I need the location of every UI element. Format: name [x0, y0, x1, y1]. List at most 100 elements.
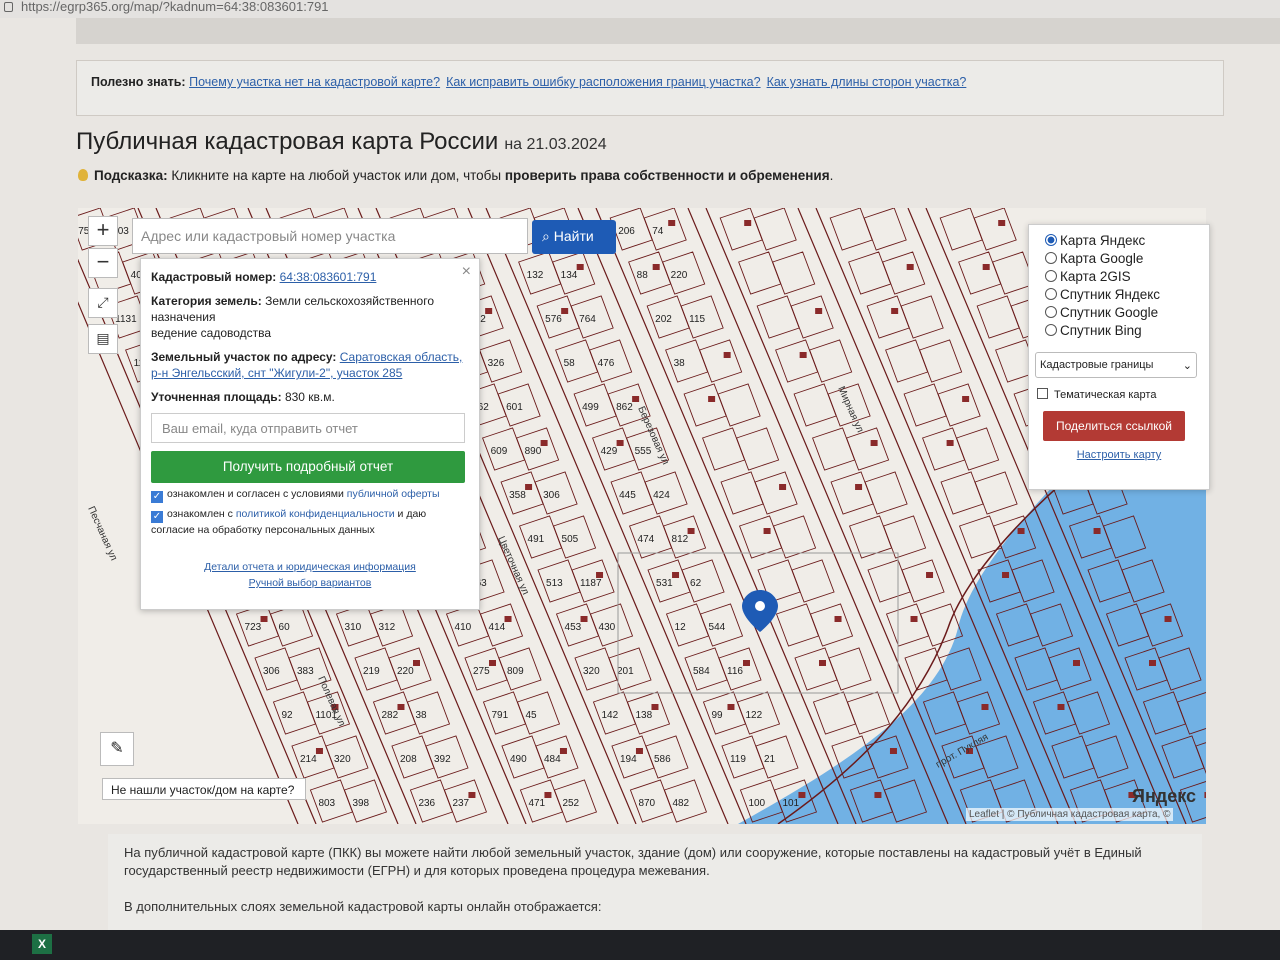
- parcel-outline: [958, 251, 1002, 295]
- parcel-outline: [793, 383, 837, 427]
- parcel-outline: [973, 208, 1017, 251]
- parcel-outline: [901, 559, 945, 603]
- radio-icon[interactable]: [1045, 252, 1057, 264]
- url-text[interactable]: https://egrp365.org/map/?kadnum=64:38:08…: [21, 0, 329, 14]
- parcel-outline: [885, 603, 930, 647]
- zoom-out-button[interactable]: −: [88, 248, 118, 278]
- parcel-number-label: 445: [619, 490, 636, 501]
- parcel-outline: [885, 339, 929, 383]
- share-link-button[interactable]: Поделиться ссылкой: [1043, 411, 1185, 441]
- building-mark: [468, 792, 476, 798]
- parcel-info-popup: × Кадастровый номер: 64:38:083601:791 Ка…: [140, 258, 480, 610]
- parcel-outline: [828, 647, 872, 691]
- parcel-outline: [937, 383, 981, 427]
- checkbox-checked-icon[interactable]: ✓: [151, 491, 163, 503]
- close-icon[interactable]: ×: [462, 263, 471, 281]
- parcel-number-label: 312: [379, 622, 396, 633]
- building-mark: [651, 704, 659, 710]
- parcel-number-label: 890: [525, 446, 542, 457]
- parcel-outline: [775, 339, 819, 383]
- tune-map-link[interactable]: Настроить карту: [1045, 449, 1193, 461]
- parcel-number-label: 208: [400, 754, 417, 765]
- not-found-button[interactable]: Не нашли участок/дом на карте?: [102, 778, 306, 800]
- site-header-band: [76, 18, 1280, 44]
- building-mark: [1149, 660, 1156, 666]
- fullscreen-icon[interactable]: ⤢: [88, 288, 118, 318]
- manual-choice-link[interactable]: Ручной выбор вариантов: [151, 577, 469, 589]
- radio-icon[interactable]: [1045, 288, 1057, 300]
- lightbulb-icon: [78, 169, 88, 181]
- parcel-number-label: 398: [352, 798, 369, 809]
- checkbox-checked-icon[interactable]: ✓: [151, 511, 163, 523]
- building-mark: [855, 484, 863, 490]
- address-search-input[interactable]: Адрес или кадастровый номер участка: [132, 218, 528, 254]
- zoom-in-button[interactable]: +: [88, 216, 118, 246]
- parcel-number-label: 601: [506, 402, 523, 413]
- help-link-fix-boundaries[interactable]: Как исправить ошибку расположения границ…: [446, 75, 760, 89]
- layer-option-2gis-map[interactable]: Карта 2GIS: [1045, 269, 1193, 284]
- building-mark: [870, 440, 878, 446]
- get-report-button[interactable]: Получить подробный отчет: [151, 451, 465, 483]
- parcel-outline: [974, 471, 1018, 515]
- building-mark: [962, 396, 970, 402]
- radio-icon[interactable]: [1045, 270, 1057, 282]
- parcel-number-label: 220: [397, 666, 414, 677]
- browser-url-bar[interactable]: https://egrp365.org/map/?kadnum=64:38:08…: [0, 0, 1280, 18]
- layer-option-yandex-satellite[interactable]: Спутник Яндекс: [1045, 287, 1193, 302]
- building-mark: [982, 264, 990, 270]
- map-attribution[interactable]: Leaflet | © Публичная кадастровая карта,…: [966, 808, 1174, 821]
- parcel-outline: [665, 339, 709, 383]
- parcel-number-label: 544: [709, 622, 726, 633]
- parcel-number-label: 505: [562, 534, 579, 545]
- parcel-number-label: 809: [507, 666, 524, 677]
- parcel-outline: [864, 471, 908, 515]
- parcel-number-label: 219: [363, 666, 380, 677]
- parcel-number-label: 392: [434, 754, 451, 765]
- parcel-outline: [882, 515, 927, 559]
- checkbox-icon[interactable]: [1037, 388, 1048, 399]
- excel-icon[interactable]: X: [32, 934, 52, 954]
- page-title: Публичная кадастровая карта России на 21.…: [76, 128, 607, 155]
- parcel-number-label: 490: [510, 754, 527, 765]
- thematic-map-toggle[interactable]: Тематическая карта: [1037, 388, 1193, 401]
- offer-agreement[interactable]: ✓ ознакомлен и согласен с условиями публи…: [151, 487, 469, 503]
- parcel-number-label: 1131: [115, 314, 137, 325]
- parcel-number-label: 60: [279, 622, 291, 633]
- kad-number-link[interactable]: 64:38:083601:791: [280, 270, 377, 284]
- ruler-icon[interactable]: ✎: [100, 732, 134, 766]
- help-link-side-lengths[interactable]: Как узнать длины сторон участка?: [767, 75, 967, 89]
- building-mark: [397, 704, 405, 710]
- road-edge-line: [577, 208, 839, 824]
- radio-icon[interactable]: [1045, 306, 1057, 318]
- parcel-number-label: 275: [473, 666, 490, 677]
- parcel-outline: [720, 471, 764, 515]
- report-details-link[interactable]: Детали отчета и юридическая информация: [151, 561, 469, 573]
- building-mark: [744, 220, 752, 226]
- radio-selected-icon[interactable]: [1045, 234, 1057, 246]
- parcel-number-label: 586: [654, 754, 671, 765]
- road-edge-line: [705, 208, 967, 824]
- overlay-select[interactable]: Кадастровые границы ⌄: [1035, 352, 1197, 378]
- road-edge-line: [687, 208, 949, 824]
- layer-option-google-map[interactable]: Карта Google: [1045, 251, 1193, 266]
- parcel-number-label: 194: [620, 754, 637, 765]
- building-mark: [1204, 792, 1206, 798]
- building-mark: [743, 660, 750, 666]
- email-field[interactable]: Ваш email, куда отправить отчет: [151, 413, 465, 443]
- help-link-missing-parcel[interactable]: Почему участка нет на кадастровой карте?: [189, 75, 440, 89]
- parcel-number-label: 92: [281, 710, 293, 721]
- layer-option-google-satellite[interactable]: Спутник Google: [1045, 305, 1193, 320]
- privacy-agreement[interactable]: ✓ ознакомлен с политикой конфиденциальнос…: [151, 507, 469, 537]
- layer-option-yandex-map[interactable]: Карта Яндекс: [1045, 233, 1193, 248]
- find-button[interactable]: ⌕ Найти: [532, 220, 616, 254]
- print-icon[interactable]: ▤: [88, 324, 118, 354]
- parcel-outline: [790, 295, 834, 339]
- layer-option-bing-satellite[interactable]: Спутник Bing: [1045, 323, 1193, 338]
- parcel-outline: [628, 251, 672, 295]
- parcel-number-label: 306: [543, 490, 560, 501]
- radio-icon[interactable]: [1045, 324, 1057, 336]
- land-use: ведение садоводства: [151, 326, 272, 340]
- parcel-number-label: 410: [455, 622, 472, 633]
- road-edge-line: [467, 208, 729, 824]
- building-mark: [1002, 572, 1010, 578]
